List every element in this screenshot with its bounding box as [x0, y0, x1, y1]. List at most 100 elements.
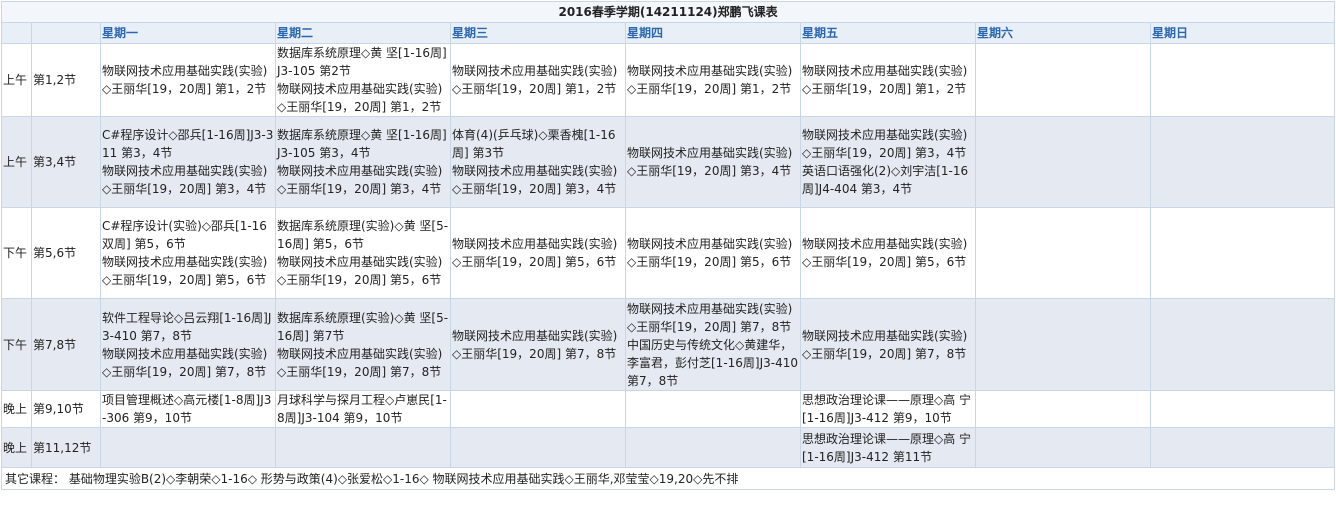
schedule-cell — [1149, 207, 1336, 299]
period-label: 晚上 — [1, 427, 32, 468]
schedule-cell: 体育(4)(乒乓球)◇栗香槐[1-16周] 第3节 物联网技术应用基础实践(实验)… — [450, 116, 626, 208]
slot-label: 第11,12节 — [31, 427, 101, 468]
other-courses-row: 其它课程： 基础物理实验B(2)◇李朝荣◇1-16◇ 形势与政策(4)◇张爱松◇… — [0, 467, 1336, 490]
slot-label: 第9,10节 — [31, 390, 101, 428]
other-courses-text: 其它课程： 基础物理实验B(2)◇李朝荣◇1-16◇ 形势与政策(4)◇张爱松◇… — [0, 467, 1336, 490]
course-entry: 数据库系统原理(实验)◇黄 坚[5-16周] 第7节 — [277, 310, 449, 343]
timetable-row: 下午 第5,6节 C#程序设计(实验)◇邵兵[1-16双周] 第5，6节 物联网技术应… — [1, 207, 1336, 299]
slot-label: 第1,2节 — [31, 43, 101, 117]
schedule-cell — [975, 43, 1151, 117]
schedule-cell: 软件工程导论◇吕云翔[1-16周]J3-410 第7，8节 物联网技术应用基础实践… — [100, 298, 276, 391]
day-header: 星期三 — [450, 22, 626, 44]
header-blank-slot — [31, 22, 101, 44]
day-header: 星期二 — [275, 22, 451, 44]
day-header-row: 星期一 星期二 星期三 星期四 星期五 星期六 星期日 — [1, 22, 1336, 44]
header-blank-period — [1, 22, 32, 44]
course-entry: 物联网技术应用基础实践(实验)◇王丽华[19，20周] 第3，4节 — [452, 164, 618, 196]
course-entry: 物联网技术应用基础实践(实验)◇王丽华[19，20周] 第5，6节 — [627, 237, 793, 269]
course-entry: 月球科学与探月工程◇卢崽民[1-8周]J3-104 第9，10节 — [277, 393, 447, 425]
schedule-cell — [1149, 427, 1336, 468]
schedule-cell: 数据库系统原理◇黄 坚[1-16周]J3-105 第2节 物联网技术应用基础实践(… — [275, 43, 451, 117]
schedule-cell — [625, 427, 801, 468]
schedule-cell — [450, 427, 626, 468]
course-entry: 数据库系统原理◇黄 坚[1-16周]J3-105 第3，4节 — [277, 128, 447, 160]
day-header: 星期五 — [800, 22, 976, 44]
day-header: 星期日 — [1149, 22, 1336, 44]
schedule-cell: 物联网技术应用基础实践(实验)◇王丽华[19，20周] 第7，8节 — [450, 298, 626, 391]
course-entry: 体育(4)(乒乓球)◇栗香槐[1-16周] 第3节 — [452, 128, 616, 160]
course-entry: 思想政治理论课——原理◇高 宁[1-16周]J3-412 第9，10节 — [802, 393, 972, 425]
course-entry: 数据库系统原理◇黄 坚[1-16周]J3-105 第2节 — [277, 46, 447, 78]
schedule-cell — [100, 427, 276, 468]
course-entry: C#程序设计◇邵兵[1-16周]J3-311 第3，4节 — [102, 128, 274, 160]
schedule-cell — [1149, 43, 1336, 117]
course-entry: 物联网技术应用基础实践(实验)◇王丽华[19，20周] 第5，6节 — [102, 255, 268, 287]
course-entry: 物联网技术应用基础实践(实验)◇王丽华[19，20周] 第3，4节 — [627, 146, 793, 178]
schedule-cell — [1149, 298, 1336, 391]
day-header: 星期六 — [975, 22, 1151, 44]
course-entry: 物联网技术应用基础实践(实验)◇王丽华[19，20周] 第7，8节 — [627, 301, 793, 334]
schedule-cell — [975, 427, 1151, 468]
course-entry: 物联网技术应用基础实践(实验)◇王丽华[19，20周] 第7，8节 — [802, 328, 968, 361]
schedule-cell: 物联网技术应用基础实践(实验)◇王丽华[19，20周] 第7，8节 中国历史与传统… — [625, 298, 801, 391]
course-entry: 物联网技术应用基础实践(实验)◇王丽华[19，20周] 第3，4节 — [102, 164, 268, 196]
timetable-row: 下午 第7,8节 软件工程导论◇吕云翔[1-16周]J3-410 第7，8节 物联网技… — [1, 298, 1336, 391]
slot-label: 第3,4节 — [31, 116, 101, 208]
timetable-row: 上午 第1,2节 物联网技术应用基础实践(实验)◇王丽华[19，20周] 第1，2节… — [1, 43, 1336, 117]
course-entry: 物联网技术应用基础实践(实验)◇王丽华[19，20周] 第5，6节 — [452, 237, 618, 269]
timetable: 2016春季学期(14211124)郑鹏飞课表 星期一 星期二 星期三 星期四 星期五星… — [0, 1, 1336, 490]
course-entry: 数据库系统原理(实验)◇黄 坚[5-16周] 第5，6节 — [277, 219, 449, 251]
timetable-container: 2016春季学期(14211124)郑鹏飞课表 星期一 星期二 星期三 星期四 星期五星… — [0, 1, 1336, 490]
schedule-cell: 月球科学与探月工程◇卢崽民[1-8周]J3-104 第9，10节 — [275, 390, 451, 428]
schedule-cell: 数据库系统原理◇黄 坚[1-16周]J3-105 第3，4节 物联网技术应用基础实… — [275, 116, 451, 208]
schedule-cell — [975, 207, 1151, 299]
schedule-cell: 物联网技术应用基础实践(实验)◇王丽华[19，20周] 第7，8节 — [800, 298, 976, 391]
schedule-cell: 物联网技术应用基础实践(实验)◇王丽华[19，20周] 第5，6节 — [625, 207, 801, 299]
course-entry: 物联网技术应用基础实践(实验)◇王丽华[19，20周] 第1，2节 — [102, 64, 268, 96]
schedule-cell: C#程序设计(实验)◇邵兵[1-16双周] 第5，6节 物联网技术应用基础实践(实… — [100, 207, 276, 299]
timetable-title: 2016春季学期(14211124)郑鹏飞课表 — [0, 1, 1336, 23]
course-entry: 中国历史与传统文化◇黄建华，李富君，彭付芝[1-16周]J3-410 第7，8节 — [627, 337, 799, 388]
course-entry: 项目管理概述◇高元楼[1-8周]J3-306 第9，10节 — [102, 393, 272, 425]
course-entry: 物联网技术应用基础实践(实验)◇王丽华[19，20周] 第3，4节 — [802, 128, 968, 160]
course-entry: 物联网技术应用基础实践(实验)◇王丽华[19，20周] 第5，6节 — [277, 255, 443, 287]
slot-label: 第5,6节 — [31, 207, 101, 299]
schedule-cell: 物联网技术应用基础实践(实验)◇王丽华[19，20周] 第3，4节 英语口语强化(… — [800, 116, 976, 208]
schedule-cell — [625, 390, 801, 428]
schedule-cell: 物联网技术应用基础实践(实验)◇王丽华[19，20周] 第1，2节 — [100, 43, 276, 117]
period-label: 晚上 — [1, 390, 32, 428]
schedule-cell — [975, 298, 1151, 391]
course-entry: 物联网技术应用基础实践(实验)◇王丽华[19，20周] 第7，8节 — [102, 346, 268, 379]
timetable-row: 上午 第3,4节 C#程序设计◇邵兵[1-16周]J3-311 第3，4节 物联网技术… — [1, 116, 1336, 208]
schedule-cell: 物联网技术应用基础实践(实验)◇王丽华[19，20周] 第1，2节 — [625, 43, 801, 117]
schedule-cell — [975, 390, 1151, 428]
schedule-cell: 物联网技术应用基础实践(实验)◇王丽华[19，20周] 第1，2节 — [800, 43, 976, 117]
schedule-cell: 思想政治理论课——原理◇高 宁[1-16周]J3-412 第11节 — [800, 427, 976, 468]
schedule-cell: 项目管理概述◇高元楼[1-8周]J3-306 第9，10节 — [100, 390, 276, 428]
schedule-cell: 物联网技术应用基础实践(实验)◇王丽华[19，20周] 第5，6节 — [800, 207, 976, 299]
schedule-cell: 思想政治理论课——原理◇高 宁[1-16周]J3-412 第9，10节 — [800, 390, 976, 428]
schedule-cell — [275, 427, 451, 468]
course-entry: C#程序设计(实验)◇邵兵[1-16双周] 第5，6节 — [102, 219, 267, 251]
course-entry: 物联网技术应用基础实践(实验)◇王丽华[19，20周] 第1，2节 — [277, 82, 443, 114]
schedule-cell — [1149, 390, 1336, 428]
course-entry: 英语口语强化(2)◇刘宇洁[1-16周]J4-404 第3，4节 — [802, 164, 969, 196]
day-header: 星期四 — [625, 22, 801, 44]
timetable-row: 晚上 第9,10节 项目管理概述◇高元楼[1-8周]J3-306 第9，10节 月球科… — [1, 390, 1336, 428]
schedule-cell: 物联网技术应用基础实践(实验)◇王丽华[19，20周] 第5，6节 — [450, 207, 626, 299]
course-entry: 物联网技术应用基础实践(实验)◇王丽华[19，20周] 第1，2节 — [627, 64, 793, 96]
schedule-cell — [450, 390, 626, 428]
period-label: 上午 — [1, 43, 32, 117]
course-entry: 物联网技术应用基础实践(实验)◇王丽华[19，20周] 第5，6节 — [802, 237, 968, 269]
course-entry: 物联网技术应用基础实践(实验)◇王丽华[19，20周] 第1，2节 — [452, 64, 618, 96]
period-label: 下午 — [1, 298, 32, 391]
course-entry: 物联网技术应用基础实践(实验)◇王丽华[19，20周] 第3，4节 — [277, 164, 443, 196]
schedule-cell: 物联网技术应用基础实践(实验)◇王丽华[19，20周] 第1，2节 — [450, 43, 626, 117]
period-label: 下午 — [1, 207, 32, 299]
schedule-cell — [975, 116, 1151, 208]
course-entry: 物联网技术应用基础实践(实验)◇王丽华[19，20周] 第7，8节 — [452, 328, 618, 361]
period-label: 上午 — [1, 116, 32, 208]
slot-label: 第7,8节 — [31, 298, 101, 391]
course-entry: 软件工程导论◇吕云翔[1-16周]J3-410 第7，8节 — [102, 310, 272, 343]
day-header: 星期一 — [100, 22, 276, 44]
